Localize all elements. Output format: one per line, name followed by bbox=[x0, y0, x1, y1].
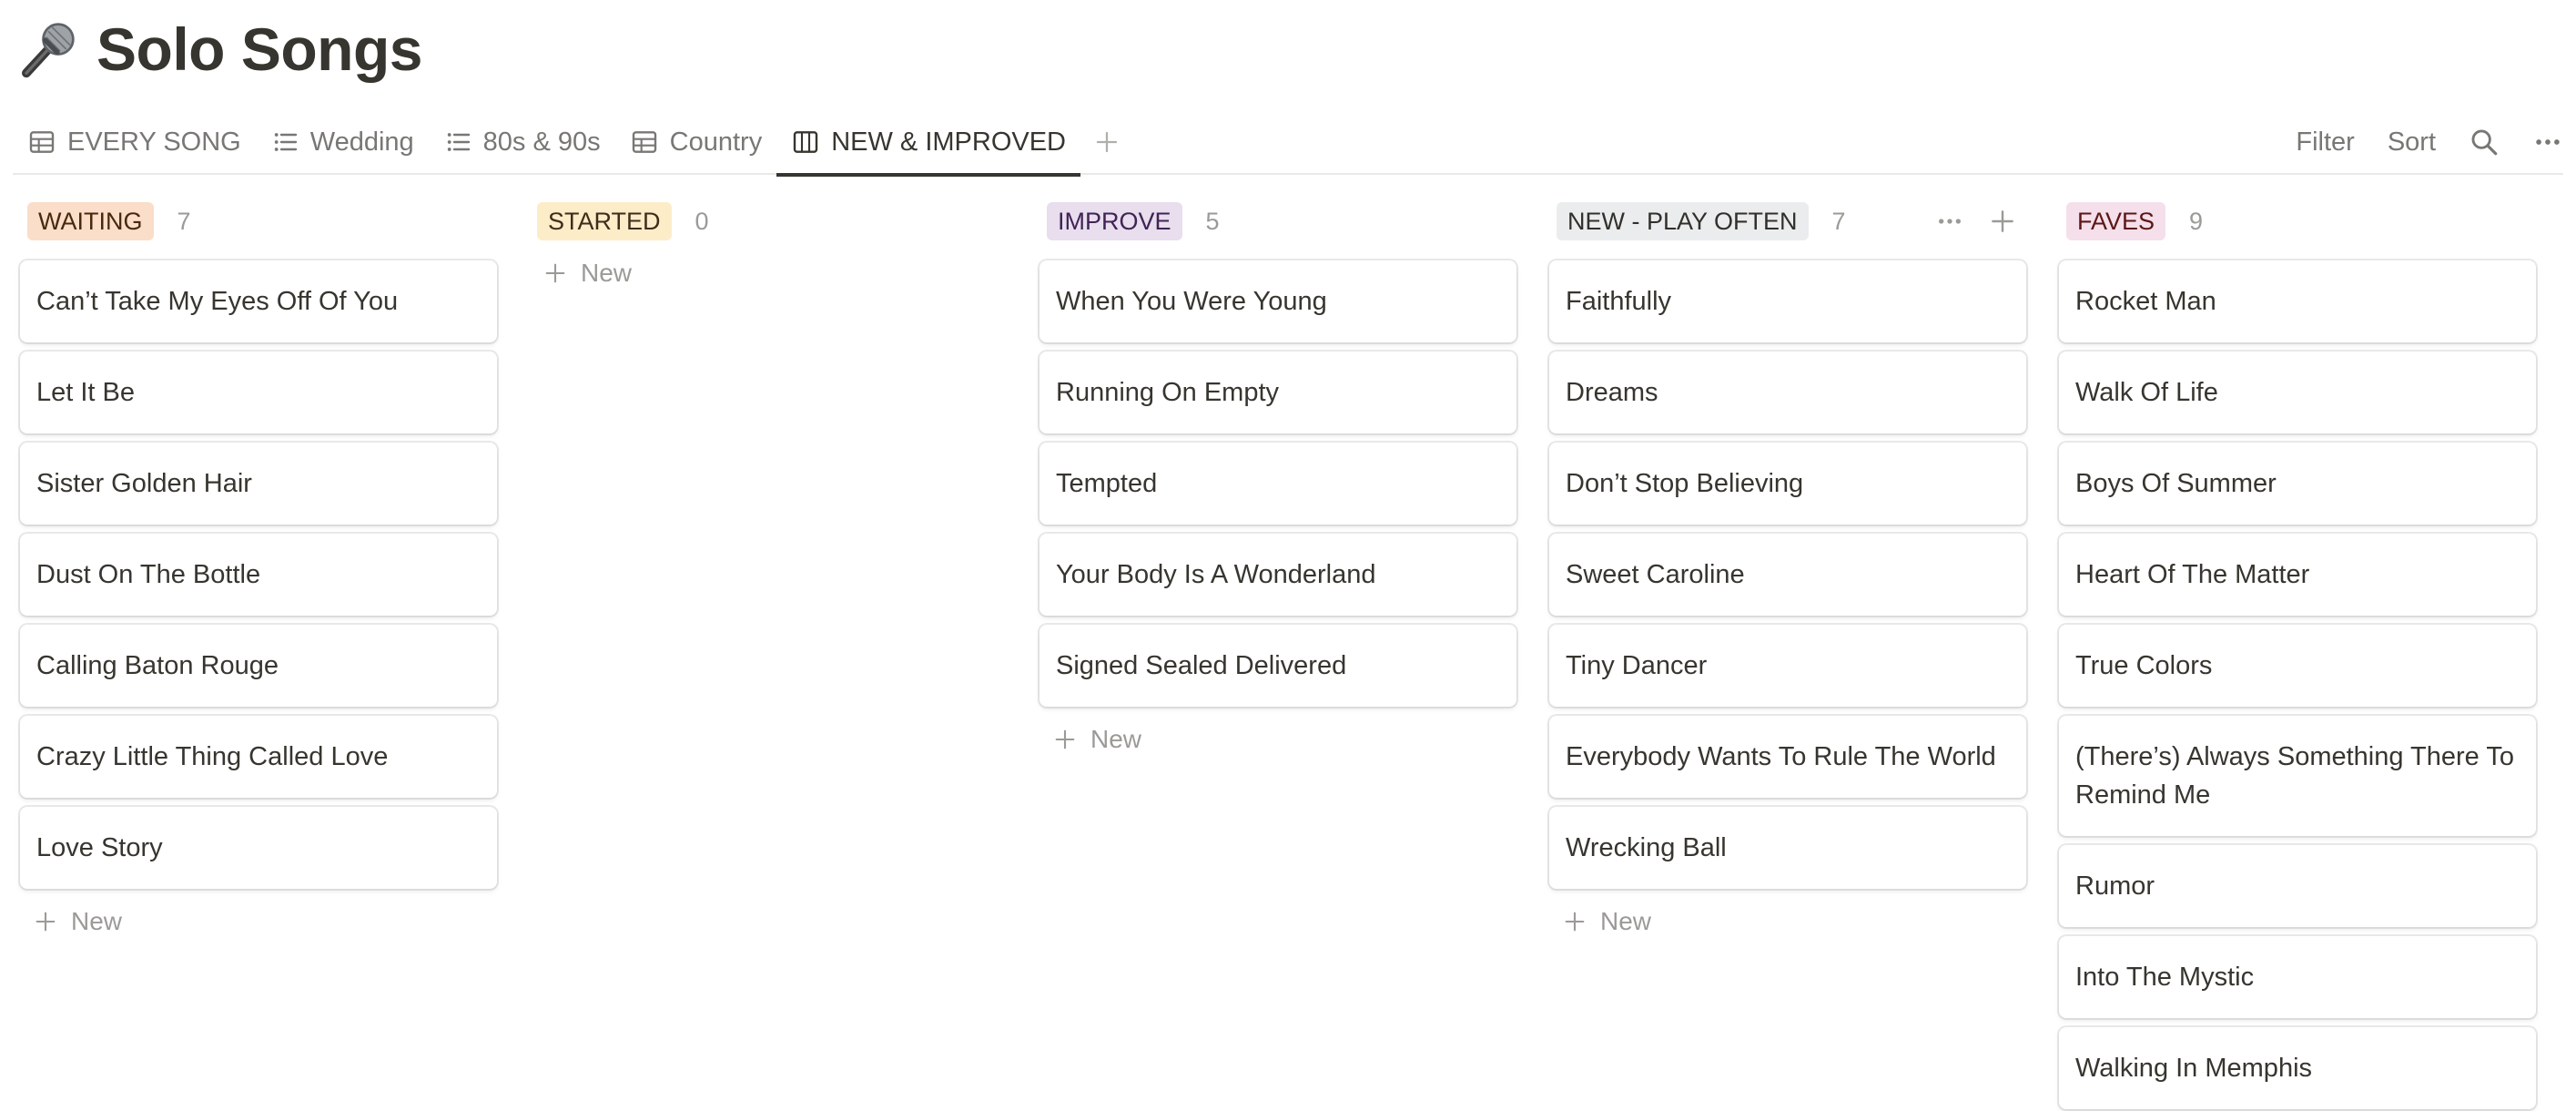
card-list: When You Were Young Running On Empty Tempt… bbox=[1040, 260, 1516, 707]
song-card[interactable]: Crazy Little Thing Called Love bbox=[20, 716, 497, 798]
card-list: Can’t Take My Eyes Off Of You Let It Be Si… bbox=[20, 260, 497, 889]
search-icon[interactable] bbox=[2469, 127, 2500, 158]
tab-80s-90s[interactable]: 80s & 90s bbox=[429, 109, 615, 175]
new-card-button[interactable]: New bbox=[1549, 898, 2026, 945]
column-header: STARTED 0 bbox=[530, 193, 1007, 250]
more-icon[interactable] bbox=[2532, 127, 2563, 158]
add-view-button[interactable] bbox=[1080, 109, 1133, 175]
plus-icon bbox=[1565, 912, 1585, 932]
tab-list: EVERY SONG Wedding 80s & 90s Country NEW & I… bbox=[13, 109, 1133, 177]
song-card[interactable]: Rumor bbox=[2059, 845, 2536, 927]
plus-icon bbox=[1096, 131, 1118, 153]
list-icon bbox=[447, 133, 470, 151]
song-card[interactable]: Dust On The Bottle bbox=[20, 534, 497, 616]
song-card[interactable]: Let It Be bbox=[20, 352, 497, 433]
board-column-waiting: WAITING 7 Can’t Take My Eyes Off Of You Let… bbox=[20, 193, 497, 1111]
column-header: IMPROVE 5 bbox=[1040, 193, 1516, 250]
column-header: NEW - PLAY OFTEN 7 bbox=[1549, 193, 2026, 250]
new-card-button[interactable]: New bbox=[530, 250, 1007, 297]
page-header: Solo Songs bbox=[16, 11, 423, 87]
tab-new-improved[interactable]: NEW & IMPROVED bbox=[776, 109, 1080, 177]
song-card[interactable]: Walk Of Life bbox=[2059, 352, 2536, 433]
plus-icon bbox=[1055, 729, 1075, 749]
song-card[interactable]: Tempted bbox=[1040, 443, 1516, 525]
tab-wedding[interactable]: Wedding bbox=[256, 109, 429, 175]
song-card[interactable]: True Colors bbox=[2059, 625, 2536, 707]
song-card[interactable]: Walking In Memphis bbox=[2059, 1027, 2536, 1109]
song-card[interactable]: Tiny Dancer bbox=[1549, 625, 2026, 707]
new-card-label: New bbox=[1090, 725, 1142, 753]
song-card[interactable]: Wrecking Ball bbox=[1549, 807, 2026, 889]
song-card[interactable]: Love Story bbox=[20, 807, 497, 889]
song-card[interactable]: Into The Mystic bbox=[2059, 936, 2536, 1018]
song-card[interactable]: (There’s) Always Something There To Remi… bbox=[2059, 716, 2536, 836]
song-card[interactable]: Everybody Wants To Rule The World bbox=[1549, 716, 2026, 798]
plus-icon[interactable] bbox=[1988, 207, 2017, 236]
column-count: 7 bbox=[177, 207, 191, 235]
tab-label: EVERY SONG bbox=[67, 127, 241, 157]
song-card[interactable]: Sister Golden Hair bbox=[20, 443, 497, 525]
board-icon bbox=[794, 131, 818, 153]
tab-label: 80s & 90s bbox=[482, 127, 601, 157]
column-title-badge[interactable]: FAVES bbox=[2066, 202, 2166, 240]
new-card-label: New bbox=[1600, 907, 1652, 935]
new-card-label: New bbox=[581, 259, 633, 287]
card-list: Rocket Man Walk Of Life Boys Of Summer Hear… bbox=[2059, 260, 2536, 1109]
song-card[interactable]: When You Were Young bbox=[1040, 260, 1516, 342]
page-title: Solo Songs bbox=[96, 15, 423, 83]
more-icon[interactable] bbox=[1935, 207, 1964, 236]
song-card[interactable]: Your Body Is A Wonderland bbox=[1040, 534, 1516, 616]
song-card[interactable]: Dreams bbox=[1549, 352, 2026, 433]
column-title-badge[interactable]: WAITING bbox=[27, 202, 154, 240]
view-toolbar: Filter Sort bbox=[2296, 109, 2563, 175]
board-column-started: STARTED 0 New bbox=[530, 193, 1007, 1111]
column-title-badge[interactable]: IMPROVE bbox=[1047, 202, 1182, 240]
song-card[interactable]: Faithfully bbox=[1549, 260, 2026, 342]
column-header: WAITING 7 bbox=[20, 193, 497, 250]
board-column-faves: FAVES 9 Rocket Man Walk Of Life Boys Of Summ… bbox=[2059, 193, 2536, 1111]
table-icon bbox=[29, 131, 55, 153]
tab-label: NEW & IMPROVED bbox=[831, 127, 1067, 157]
new-card-button[interactable]: New bbox=[1040, 716, 1516, 763]
song-card[interactable]: Don’t Stop Believing bbox=[1549, 443, 2026, 525]
column-actions bbox=[1935, 193, 2017, 250]
tab-label: Country bbox=[669, 127, 763, 157]
view-tabs: EVERY SONG Wedding 80s & 90s Country NEW & I… bbox=[13, 109, 2563, 177]
table-icon bbox=[632, 131, 656, 153]
card-list: Faithfully Dreams Don’t Stop Believing Swee… bbox=[1549, 260, 2026, 889]
plus-icon bbox=[545, 263, 565, 283]
column-count: 5 bbox=[1205, 207, 1220, 235]
list-icon bbox=[274, 133, 297, 151]
column-count: 9 bbox=[2189, 207, 2204, 235]
song-card[interactable]: Heart Of The Matter bbox=[2059, 534, 2536, 616]
tab-every-song[interactable]: EVERY SONG bbox=[13, 109, 256, 175]
new-card-label: New bbox=[71, 907, 123, 935]
filter-button[interactable]: Filter bbox=[2296, 127, 2354, 158]
plus-icon bbox=[35, 912, 56, 932]
song-card[interactable]: Calling Baton Rouge bbox=[20, 625, 497, 707]
new-card-button[interactable]: New bbox=[20, 898, 497, 945]
microphone-icon bbox=[22, 23, 75, 78]
column-title-badge[interactable]: STARTED bbox=[537, 202, 672, 240]
board: WAITING 7 Can’t Take My Eyes Off Of You Let… bbox=[20, 193, 2536, 1111]
song-card[interactable]: Signed Sealed Delivered bbox=[1040, 625, 1516, 707]
column-header: FAVES 9 bbox=[2059, 193, 2536, 250]
song-card[interactable]: Running On Empty bbox=[1040, 352, 1516, 433]
song-card[interactable]: Rocket Man bbox=[2059, 260, 2536, 342]
column-count: 0 bbox=[695, 207, 709, 235]
song-card[interactable]: Sweet Caroline bbox=[1549, 534, 2026, 616]
column-count: 7 bbox=[1831, 207, 1846, 235]
song-card[interactable]: Boys Of Summer bbox=[2059, 443, 2536, 525]
song-card[interactable]: Can’t Take My Eyes Off Of You bbox=[20, 260, 497, 342]
board-column-improve: IMPROVE 5 When You Were Young Running On Em… bbox=[1040, 193, 1516, 1111]
column-title-badge[interactable]: NEW - PLAY OFTEN bbox=[1557, 202, 1809, 240]
tab-label: Wedding bbox=[309, 127, 414, 157]
tab-country[interactable]: Country bbox=[615, 109, 777, 175]
sort-button[interactable]: Sort bbox=[2388, 127, 2436, 158]
board-column-new-play-often: NEW - PLAY OFTEN 7 Faithfully Dreams Don’t S… bbox=[1549, 193, 2026, 1111]
